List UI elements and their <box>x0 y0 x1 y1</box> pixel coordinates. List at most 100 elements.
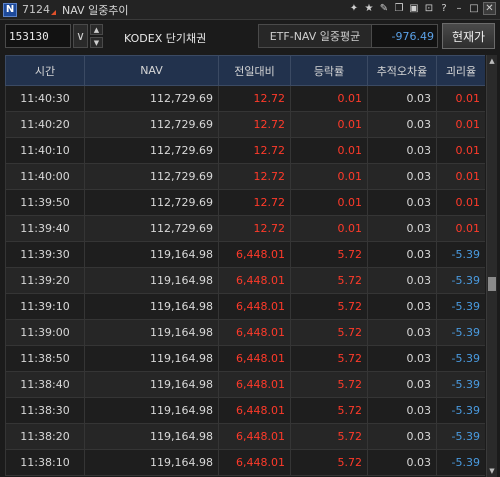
link-marker-icon[interactable] <box>51 10 56 15</box>
cell-nav: 112,729.69 <box>84 215 219 242</box>
cell-disparity: 0.01 <box>436 111 485 138</box>
column-header-change[interactable]: 전일대비 <box>218 55 291 86</box>
cell-nav: 112,729.69 <box>84 163 219 190</box>
cell-nav: 119,164.98 <box>84 319 219 346</box>
cell-time: 11:40:10 <box>5 137 85 164</box>
table-row[interactable]: 11:40:00 112,729.69 12.72 0.01 0.03 0.01 <box>5 163 485 190</box>
tools-icon[interactable]: ✎ <box>378 2 390 15</box>
cell-tracking-error: 0.03 <box>367 449 437 476</box>
cell-time: 11:39:40 <box>5 215 85 242</box>
cell-disparity: 0.01 <box>436 189 485 216</box>
table-row[interactable]: 11:39:50 112,729.69 12.72 0.01 0.03 0.01 <box>5 189 485 216</box>
column-header-tracking-error[interactable]: 추적오차율 <box>367 55 437 86</box>
spin-up-icon[interactable]: ▲ <box>90 24 103 35</box>
lock-icon[interactable]: ⊡ <box>423 2 435 15</box>
window-icon[interactable]: ▣ <box>408 2 420 15</box>
cell-disparity: 0.01 <box>436 85 485 112</box>
pin-icon[interactable]: ✦ <box>348 2 360 15</box>
column-header-time[interactable]: 시간 <box>5 55 85 86</box>
spin-down-icon[interactable]: ▼ <box>90 37 103 48</box>
cell-disparity: -5.39 <box>436 449 485 476</box>
column-header-nav[interactable]: NAV <box>84 55 219 86</box>
cell-disparity: -5.39 <box>436 371 485 398</box>
table-row[interactable]: 11:38:30 119,164.98 6,448.01 5.72 0.03 -5.39 <box>5 397 485 424</box>
table-row[interactable]: 11:40:10 112,729.69 12.72 0.01 0.03 0.01 <box>5 137 485 164</box>
table-row[interactable]: 11:38:20 119,164.98 6,448.01 5.72 0.03 -5.39 <box>5 423 485 450</box>
cell-change: 6,448.01 <box>218 423 291 450</box>
cell-change: 6,448.01 <box>218 371 291 398</box>
copy-icon[interactable]: ❐ <box>393 2 405 15</box>
scroll-up-icon[interactable]: ▲ <box>487 55 497 67</box>
cell-time: 11:39:50 <box>5 189 85 216</box>
table-row[interactable]: 11:39:30 119,164.98 6,448.01 5.72 0.03 -5.39 <box>5 241 485 268</box>
cell-nav: 119,164.98 <box>84 241 219 268</box>
cell-rate: 5.72 <box>290 423 368 450</box>
cell-tracking-error: 0.03 <box>367 189 437 216</box>
cell-disparity: -5.39 <box>436 241 485 268</box>
app-logo-icon: N <box>3 2 17 17</box>
toolbar: 153130 ∨ ▲ ▼ KODEX 단기채권 ETF-NAV 일중평균 -97… <box>0 20 500 53</box>
nav-intraday-grid: 시간 NAV 전일대비 등락률 추적오차율 괴리율 11:40:30 112,72… <box>5 55 485 477</box>
chevron-down-icon: ∨ <box>76 29 85 43</box>
column-header-disparity[interactable]: 괴리율 <box>436 55 485 86</box>
cell-time: 11:39:30 <box>5 241 85 268</box>
table-row[interactable]: 11:39:10 119,164.98 6,448.01 5.72 0.03 -5.39 <box>5 293 485 320</box>
column-header-rate[interactable]: 등락률 <box>290 55 368 86</box>
stock-code-input[interactable]: 153130 <box>5 24 71 48</box>
cell-time: 11:38:40 <box>5 371 85 398</box>
stock-dropdown-button[interactable]: ∨ <box>73 24 88 48</box>
nav-table: 시간 NAV 전일대비 등락률 추적오차율 괴리율 11:40:30 112,72… <box>5 55 485 476</box>
cell-nav: 119,164.98 <box>84 371 219 398</box>
cell-change: 12.72 <box>218 215 291 242</box>
cell-time: 11:40:30 <box>5 85 85 112</box>
maximize-icon[interactable]: □ <box>468 2 480 15</box>
cell-time: 11:38:10 <box>5 449 85 476</box>
cell-disparity: -5.39 <box>436 293 485 320</box>
cell-disparity: -5.39 <box>436 267 485 294</box>
table-row[interactable]: 11:39:00 119,164.98 6,448.01 5.72 0.03 -5.39 <box>5 319 485 346</box>
cell-disparity: -5.39 <box>436 345 485 372</box>
cell-change: 6,448.01 <box>218 345 291 372</box>
table-row[interactable]: 11:40:20 112,729.69 12.72 0.01 0.03 0.01 <box>5 111 485 138</box>
cell-change: 6,448.01 <box>218 293 291 320</box>
table-row[interactable]: 11:39:20 119,164.98 6,448.01 5.72 0.03 -5.39 <box>5 267 485 294</box>
vertical-scrollbar[interactable]: ▲ ▼ <box>486 55 497 477</box>
cell-rate: 5.72 <box>290 241 368 268</box>
close-icon[interactable]: ✕ <box>483 2 496 15</box>
cell-nav: 112,729.69 <box>84 111 219 138</box>
scroll-down-icon[interactable]: ▼ <box>487 465 497 477</box>
table-row[interactable]: 11:39:40 112,729.69 12.72 0.01 0.03 0.01 <box>5 215 485 242</box>
minimize-icon[interactable]: – <box>453 2 465 15</box>
cell-time: 11:40:00 <box>5 163 85 190</box>
current-price-button[interactable]: 현재가 <box>442 23 495 49</box>
cell-change: 6,448.01 <box>218 241 291 268</box>
table-row[interactable]: 11:38:50 119,164.98 6,448.01 5.72 0.03 -5.39 <box>5 345 485 372</box>
cell-rate: 5.72 <box>290 397 368 424</box>
cell-disparity: 0.01 <box>436 137 485 164</box>
window-controls: ✦ ★ ✎ ❐ ▣ ⊡ ? – □ ✕ <box>348 2 496 15</box>
cell-disparity: -5.39 <box>436 397 485 424</box>
cell-nav: 119,164.98 <box>84 345 219 372</box>
nav-average-value: -976.49 <box>372 24 438 48</box>
cell-change: 6,448.01 <box>218 319 291 346</box>
cell-rate: 5.72 <box>290 371 368 398</box>
cell-change: 12.72 <box>218 137 291 164</box>
cell-tracking-error: 0.03 <box>367 371 437 398</box>
scroll-thumb[interactable] <box>488 277 496 291</box>
cell-nav: 119,164.98 <box>84 449 219 476</box>
cell-tracking-error: 0.03 <box>367 137 437 164</box>
help-icon[interactable]: ? <box>438 2 450 15</box>
star-icon[interactable]: ★ <box>363 2 375 15</box>
cell-time: 11:39:10 <box>5 293 85 320</box>
cell-nav: 119,164.98 <box>84 397 219 424</box>
cell-change: 6,448.01 <box>218 267 291 294</box>
cell-change: 12.72 <box>218 163 291 190</box>
cell-time: 11:40:20 <box>5 111 85 138</box>
window-title: NAV 일중추이 <box>62 3 129 17</box>
nav-average-label: ETF-NAV 일중평균 <box>258 24 372 48</box>
table-row[interactable]: 11:38:40 119,164.98 6,448.01 5.72 0.03 -5.39 <box>5 371 485 398</box>
cell-tracking-error: 0.03 <box>367 423 437 450</box>
cell-tracking-error: 0.03 <box>367 163 437 190</box>
table-row[interactable]: 11:38:10 119,164.98 6,448.01 5.72 0.03 -5.39 <box>5 449 485 476</box>
table-row[interactable]: 11:40:30 112,729.69 12.72 0.01 0.03 0.01 <box>5 85 485 112</box>
